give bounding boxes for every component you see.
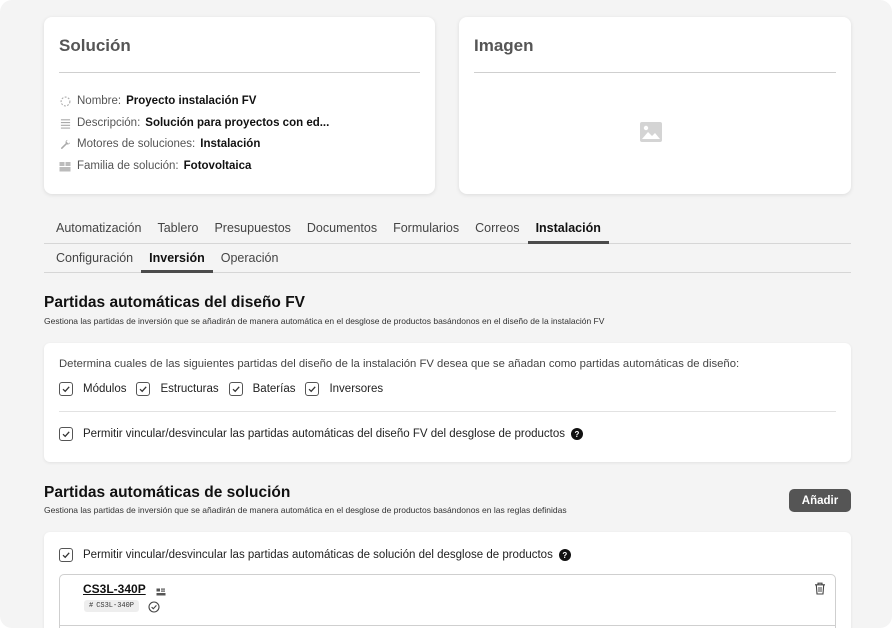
field-value: Instalación xyxy=(200,138,261,150)
checkbox[interactable] xyxy=(228,382,243,396)
design-options-panel: Determina cuales de las siguientes parti… xyxy=(44,343,851,462)
tab-correos[interactable]: Correos xyxy=(467,221,527,243)
check-icon xyxy=(62,431,70,438)
tab-configuracion[interactable]: Configuración xyxy=(44,251,141,272)
tab-automatizacion[interactable]: Automatización xyxy=(44,221,149,243)
divider xyxy=(59,72,420,73)
add-button[interactable]: Añadir xyxy=(789,489,851,512)
tab-tablero[interactable]: Tablero xyxy=(149,221,206,243)
field-value: Fotovoltaica xyxy=(183,160,252,172)
field-label: Nombre: xyxy=(77,95,122,107)
option-modulos[interactable]: Módulos xyxy=(59,382,126,396)
item-tag: # CS3L-340P xyxy=(84,600,140,612)
check-icon xyxy=(232,386,240,393)
checkbox[interactable] xyxy=(59,548,73,562)
circle-dashed-icon xyxy=(59,95,71,107)
item-name-link[interactable]: CS3L-340P xyxy=(83,582,146,596)
option-baterias[interactable]: Baterías xyxy=(228,382,295,396)
field-family: Familia de solución: Fotovoltaica xyxy=(59,158,251,174)
solution-link-option[interactable]: Permitir vincular/desvincular las partid… xyxy=(59,548,571,562)
checkbox[interactable] xyxy=(59,382,73,396)
app-frame: Solución Nombre: Proyecto instalación FV… xyxy=(0,0,892,628)
sub-tabs: Configuración Inversión Operación xyxy=(44,251,851,273)
tab-formularios[interactable]: Formularios xyxy=(385,221,467,243)
check-circle-icon xyxy=(148,600,160,618)
help-icon[interactable]: ? xyxy=(570,428,583,440)
design-options-row: Módulos Estructuras Baterías Inversores xyxy=(59,382,393,396)
tab-operacion[interactable]: Operación xyxy=(213,251,287,272)
option-estructuras[interactable]: Estructuras xyxy=(136,382,219,396)
field-value: Proyecto instalación FV xyxy=(126,95,257,107)
tab-inversion[interactable]: Inversión xyxy=(141,251,213,273)
tab-presupuestos[interactable]: Presupuestos xyxy=(206,221,298,243)
checkbox[interactable] xyxy=(136,382,151,396)
main-tabs: Automatización Tablero Presupuestos Docu… xyxy=(44,221,851,244)
help-icon[interactable]: ? xyxy=(558,549,571,561)
check-icon xyxy=(62,386,70,393)
solution-item-card: CS3L-340P # CS3L-340P xyxy=(59,574,836,628)
field-label: Motores de soluciones: xyxy=(77,138,196,150)
boxes-icon xyxy=(59,160,71,172)
divider xyxy=(59,411,836,412)
design-section-subtitle: Gestiona las partidas de inversión que s… xyxy=(44,316,605,326)
solution-section-title: Partidas automáticas de solución xyxy=(44,484,291,501)
option-inversores[interactable]: Inversores xyxy=(305,382,383,396)
field-label: Descripción: xyxy=(77,117,141,129)
check-icon xyxy=(309,386,317,393)
field-name: Nombre: Proyecto instalación FV xyxy=(59,93,256,109)
field-value: Solución para proyectos con ed... xyxy=(145,117,330,129)
divider xyxy=(60,625,835,626)
design-section-title: Partidas automáticas del diseño FV xyxy=(44,294,305,311)
solution-section-subtitle: Gestiona las partidas de inversión que s… xyxy=(44,505,567,515)
checkbox[interactable] xyxy=(59,427,73,441)
design-options-prompt: Determina cuales de las siguientes parti… xyxy=(59,358,740,370)
solution-card: Solución Nombre: Proyecto instalación FV… xyxy=(44,17,435,194)
divider xyxy=(474,72,836,73)
field-description: Descripción: Solución para proyectos con… xyxy=(59,115,329,131)
image-placeholder-icon[interactable] xyxy=(639,121,663,143)
lines-icon xyxy=(59,117,71,129)
solution-card-title: Solución xyxy=(59,36,131,55)
tab-instalacion[interactable]: Instalación xyxy=(527,221,610,244)
field-engines: Motores de soluciones: Instalación xyxy=(59,136,260,152)
wrench-icon xyxy=(59,138,71,150)
trash-icon[interactable] xyxy=(814,582,826,600)
image-card: Imagen xyxy=(459,17,851,194)
check-icon xyxy=(62,552,70,559)
image-card-title: Imagen xyxy=(474,36,534,55)
tab-documentos[interactable]: Documentos xyxy=(299,221,385,243)
checkbox[interactable] xyxy=(305,382,320,396)
field-label: Familia de solución: xyxy=(77,160,179,172)
check-icon xyxy=(140,386,148,393)
hash-icon: # xyxy=(89,602,94,610)
design-link-option[interactable]: Permitir vincular/desvincular las partid… xyxy=(59,427,583,441)
